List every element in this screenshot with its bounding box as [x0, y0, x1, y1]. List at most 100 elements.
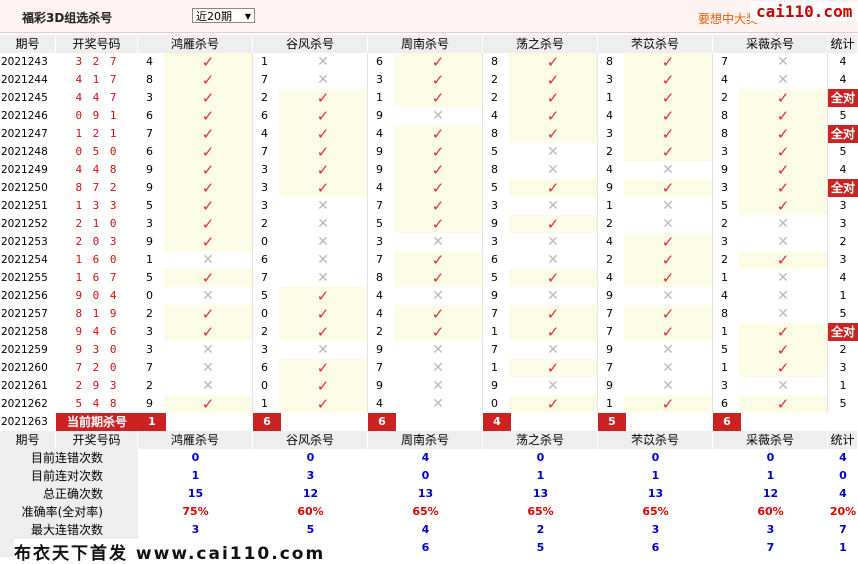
- check-icon: ✓: [431, 269, 445, 287]
- result-correct: ✓: [624, 251, 713, 269]
- result-wrong: ✕: [394, 107, 483, 125]
- cross-icon: ✕: [547, 234, 559, 250]
- result-correct: ✓: [164, 71, 253, 89]
- kill-number: 9: [376, 163, 383, 176]
- result-correct: ✓: [164, 143, 253, 161]
- check-icon: ✓: [431, 323, 445, 341]
- check-icon: ✓: [316, 287, 330, 305]
- kill-number: 4: [376, 289, 383, 302]
- check-icon: ✓: [661, 269, 675, 287]
- check-icon: ✓: [661, 251, 675, 269]
- result-correct: ✓: [509, 269, 598, 287]
- stat-value: 3: [306, 469, 315, 482]
- stat-value: 0: [191, 451, 200, 464]
- check-icon: ✓: [776, 161, 790, 179]
- result-wrong: ✕: [624, 197, 713, 215]
- stat-total: 20%: [829, 505, 857, 518]
- check-icon: ✓: [661, 89, 675, 107]
- result-correct: ✓: [739, 251, 828, 269]
- result-correct: ✓: [739, 197, 828, 215]
- cross-icon: ✕: [662, 162, 674, 178]
- stat-value: 2: [536, 523, 545, 536]
- kill-number: 1: [491, 325, 498, 338]
- kill-number: 3: [376, 235, 383, 248]
- header-killer-5: 采薇杀号: [713, 431, 828, 449]
- result-correct: ✓: [624, 323, 713, 341]
- kill-number: 5: [376, 217, 383, 230]
- result-correct: ✓: [739, 89, 828, 107]
- kill-number: 4: [606, 163, 613, 176]
- table-row: 2021251 1 3 3 5 ✓ 3 ✕ 7 ✓ 3 ✕ 1 ✕ 5 ✓ 3: [0, 197, 858, 215]
- cross-icon: ✕: [547, 162, 559, 178]
- kill-number: 9: [146, 235, 153, 248]
- cross-icon: ✕: [662, 378, 674, 394]
- table-row: 2021247 1 2 1 7 ✓ 4 ✓ 4 ✓ 8 ✓ 3 ✓ 8 ✓ 全对: [0, 125, 858, 143]
- kill-number: 9: [606, 181, 613, 194]
- result-correct: ✓: [624, 125, 713, 143]
- result-wrong: ✕: [509, 233, 598, 251]
- current-kill-label: 当前期杀号: [56, 413, 138, 431]
- kill-number: 2: [146, 379, 153, 392]
- cross-icon: ✕: [432, 108, 444, 124]
- kill-number: 4: [376, 181, 383, 194]
- check-icon: ✓: [661, 53, 675, 71]
- row-total: 5: [839, 145, 847, 158]
- period-cell: 2021251: [1, 200, 48, 212]
- header-killer-0: 鸿雁杀号: [138, 35, 253, 53]
- table-row: 2021245 4 4 7 3 ✓ 2 ✓ 1 ✓ 2 ✓ 1 ✓ 2 ✓ 全对: [0, 89, 858, 107]
- cross-icon: ✕: [317, 234, 329, 250]
- draw-number: 4 4 8: [75, 163, 119, 176]
- cross-icon: ✕: [202, 342, 214, 358]
- all-correct-badge: 全对: [828, 89, 858, 107]
- result-wrong: ✕: [164, 287, 253, 305]
- result-correct: ✓: [279, 287, 368, 305]
- kill-number: 5: [146, 271, 153, 284]
- period-cell: 2021253: [1, 236, 48, 248]
- stat-value: 1: [191, 469, 200, 482]
- result-correct: ✓: [394, 269, 483, 287]
- result-correct: ✓: [164, 215, 253, 233]
- result-wrong: ✕: [509, 377, 598, 395]
- stat-value: 0: [766, 451, 775, 464]
- result-correct: ✓: [394, 125, 483, 143]
- result-wrong: ✕: [279, 215, 368, 233]
- check-icon: ✓: [316, 359, 330, 377]
- result-correct: ✓: [624, 269, 713, 287]
- period-range-select[interactable]: 近20期 ▼: [192, 8, 255, 23]
- stat-label: 最大连错次数: [0, 521, 138, 539]
- kill-number: 0: [261, 307, 268, 320]
- cross-icon: ✕: [547, 198, 559, 214]
- kill-number: 9: [491, 289, 498, 302]
- period-cell: 2021254: [1, 254, 48, 266]
- period-cell: 2021246: [1, 110, 48, 122]
- cross-icon: ✕: [547, 252, 559, 268]
- kill-number: 5: [721, 199, 728, 212]
- kill-number: 2: [261, 217, 268, 230]
- check-icon: ✓: [201, 323, 215, 341]
- cross-icon: ✕: [317, 342, 329, 358]
- top-bar: 福彩3D组选杀号 近20期 ▼ 要想中大奖 cai110.com: [0, 0, 858, 33]
- row-total: 5: [839, 109, 847, 122]
- check-icon: ✓: [431, 305, 445, 323]
- cross-icon: ✕: [547, 144, 559, 160]
- result-correct: ✓: [509, 71, 598, 89]
- cross-icon: ✕: [432, 342, 444, 358]
- result-correct: ✓: [164, 269, 253, 287]
- cross-icon: ✕: [432, 234, 444, 250]
- stat-value: 13: [532, 487, 549, 500]
- kill-number: 2: [491, 73, 498, 86]
- cross-icon: ✕: [547, 342, 559, 358]
- kill-number: 1: [721, 361, 728, 374]
- cross-icon: ✕: [777, 378, 789, 394]
- kill-number: 3: [721, 379, 728, 392]
- result-correct: ✓: [624, 179, 713, 197]
- period-cell: 2021260: [1, 362, 48, 374]
- result-wrong: ✕: [509, 143, 598, 161]
- check-icon: ✓: [201, 71, 215, 89]
- kill-number: 7: [261, 271, 268, 284]
- header-killer-0: 鸿雁杀号: [138, 431, 253, 449]
- cross-icon: ✕: [317, 198, 329, 214]
- kill-number: 4: [721, 289, 728, 302]
- stat-value: 12: [762, 487, 779, 500]
- promo-link[interactable]: 要想中大奖: [698, 10, 758, 27]
